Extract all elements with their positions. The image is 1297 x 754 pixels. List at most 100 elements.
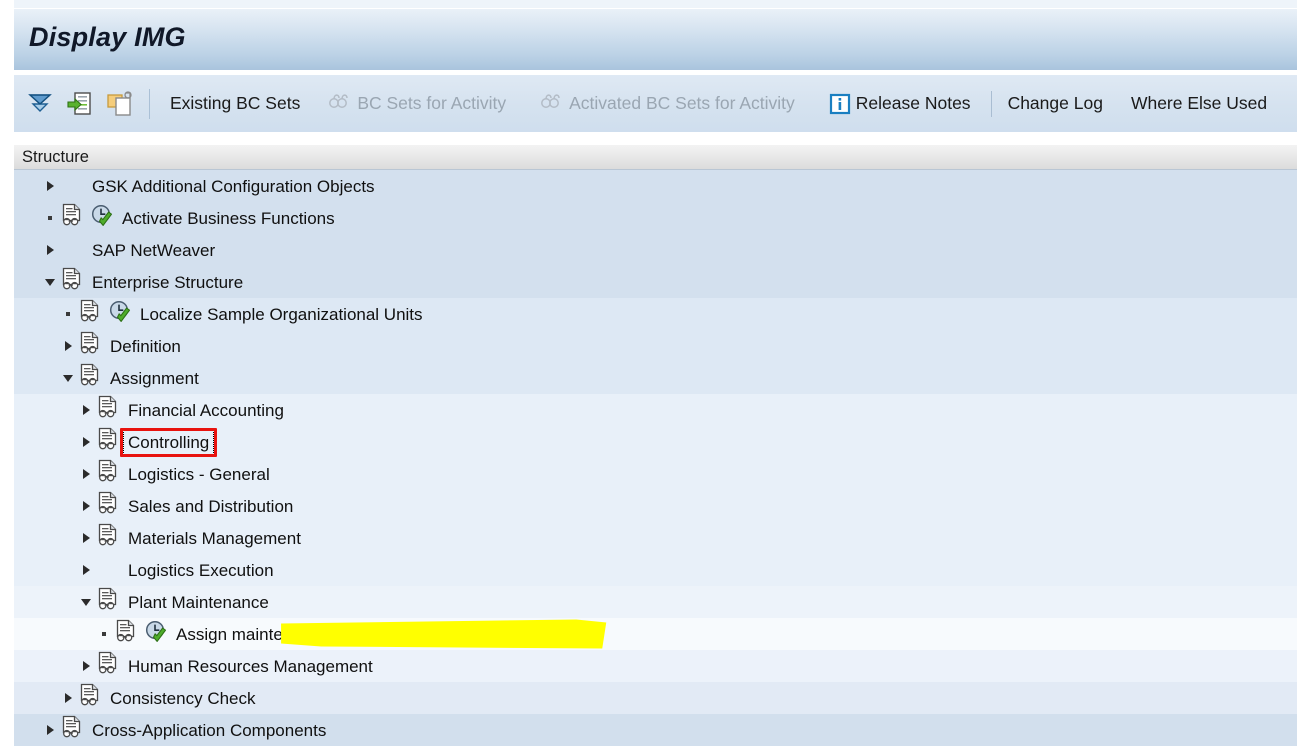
release-notes-button[interactable]: Release Notes — [823, 90, 977, 118]
existing-bc-sets-label: Existing BC Sets — [170, 92, 301, 113]
tree-row-label: Logistics - General — [128, 464, 270, 484]
tree-row[interactable]: Financial Accounting — [14, 394, 1297, 426]
img-activity-document-icon — [60, 715, 90, 745]
bc-sets-for-activity-button[interactable]: BC Sets for Activity — [322, 87, 512, 120]
tree-row-label: Definition — [110, 336, 181, 356]
tree-row-label: Cross-Application Components — [92, 720, 327, 740]
copy-structure-icon[interactable] — [105, 89, 135, 119]
toolbar: Existing BC Sets BC Sets for Activity Ac… — [14, 74, 1297, 132]
leaf-node-icon[interactable] — [60, 298, 78, 330]
tree-row-label: Human Resources Management — [128, 656, 373, 676]
expand-triangle-icon[interactable] — [78, 522, 96, 554]
tree-row[interactable]: Activate Business Functions — [14, 202, 1297, 234]
structure-column-header[interactable]: Structure — [14, 145, 1297, 170]
img-activity-document-icon — [78, 331, 108, 361]
tree-row[interactable]: Human Resources Management — [14, 650, 1297, 682]
collapse-triangle-icon[interactable] — [42, 266, 60, 298]
img-activity-document-icon — [96, 395, 126, 425]
tree-row-label: Materials Management — [128, 528, 301, 548]
tree-row-label: Assign maintenance planning plant to mai… — [176, 624, 603, 644]
activated-bc-sets-for-activity-label: Activated BC Sets for Activity — [569, 92, 795, 113]
expand-triangle-icon[interactable] — [60, 682, 78, 714]
img-activity-document-icon — [96, 427, 126, 457]
img-activity-document-icon — [60, 203, 90, 233]
expand-triangle-icon[interactable] — [78, 394, 96, 426]
collapse-all-icon[interactable] — [25, 89, 55, 119]
bc-set-icon — [540, 90, 566, 117]
img-activity-document-icon — [78, 299, 108, 329]
expand-triangle-icon[interactable] — [78, 650, 96, 682]
tree-row-label: GSK Additional Configuration Objects — [92, 176, 375, 196]
leaf-node-icon[interactable] — [96, 618, 114, 650]
change-log-label: Change Log — [1007, 92, 1103, 113]
leaf-node-icon[interactable] — [42, 202, 60, 234]
img-activity-document-icon — [78, 683, 108, 713]
bc-set-icon — [328, 90, 354, 117]
tree-row-label: Consistency Check — [110, 688, 256, 708]
collapse-triangle-icon[interactable] — [60, 362, 78, 394]
tree-row[interactable]: GSK Additional Configuration Objects — [14, 170, 1297, 202]
tree-row[interactable]: Controlling — [14, 426, 1297, 458]
executed-activity-clock-check-icon — [90, 203, 120, 233]
title-bar: Display IMG — [14, 8, 1297, 70]
page-title: Display IMG — [29, 22, 186, 52]
img-activity-document-icon — [78, 363, 108, 393]
tree-row[interactable]: Definition — [14, 330, 1297, 362]
executed-activity-clock-check-icon — [144, 619, 174, 649]
tree-row[interactable]: Cross-Application Components — [14, 714, 1297, 746]
tree-row[interactable]: Assignment — [14, 362, 1297, 394]
bc-sets-for-activity-label: BC Sets for Activity — [357, 92, 507, 113]
window-top-edge — [0, 0, 1297, 8]
tree-icon-placeholder — [60, 171, 90, 201]
existing-bc-sets-button[interactable]: Existing BC Sets — [164, 92, 306, 116]
img-activity-document-icon — [60, 267, 90, 297]
release-notes-label: Release Notes — [855, 92, 971, 113]
tree-row[interactable]: Logistics - General — [14, 458, 1297, 490]
tree-row-label: Localize Sample Organizational Units — [140, 304, 423, 324]
expand-triangle-icon[interactable] — [78, 458, 96, 490]
toolbar-separator-1 — [149, 88, 150, 119]
activated-bc-sets-for-activity-button[interactable]: Activated BC Sets for Activity — [534, 87, 801, 120]
tree-row-label: Sales and Distribution — [128, 496, 294, 516]
expand-node-icon[interactable] — [65, 89, 95, 119]
expand-triangle-icon[interactable] — [78, 426, 96, 458]
expand-triangle-icon[interactable] — [78, 490, 96, 522]
info-icon — [829, 93, 851, 115]
change-log-button[interactable]: Change Log — [1002, 92, 1109, 116]
collapse-triangle-icon[interactable] — [78, 586, 96, 618]
expand-triangle-icon[interactable] — [42, 170, 60, 202]
where-else-used-button[interactable]: Where Else Used — [1125, 92, 1273, 116]
img-structure-tree: GSK Additional Configuration Objects Act… — [14, 170, 1297, 754]
tree-row-label: Financial Accounting — [128, 400, 284, 420]
executed-activity-clock-check-icon — [108, 299, 138, 329]
expand-triangle-icon[interactable] — [78, 554, 96, 586]
tree-row[interactable]: Enterprise Structure — [14, 266, 1297, 298]
tree-row[interactable]: Logistics Execution — [14, 554, 1297, 586]
img-activity-document-icon — [114, 619, 144, 649]
where-else-used-label: Where Else Used — [1130, 92, 1268, 113]
img-activity-document-icon — [96, 523, 126, 553]
expand-triangle-icon[interactable] — [60, 330, 78, 362]
tree-row[interactable]: Assign maintenance planning plant to mai… — [14, 618, 1297, 650]
tree-row-label: Controlling — [122, 429, 215, 455]
tree-row-label: Activate Business Functions — [122, 208, 335, 228]
img-activity-document-icon — [96, 459, 126, 489]
structure-column-label: Structure — [22, 148, 89, 166]
toolbar-separator-2 — [990, 90, 992, 117]
expand-triangle-icon[interactable] — [42, 714, 60, 746]
tree-row-label: Assignment — [110, 368, 199, 388]
expand-triangle-icon[interactable] — [42, 234, 60, 266]
tree-row[interactable]: Consistency Check — [14, 682, 1297, 714]
tree-icon-placeholder — [96, 555, 126, 585]
tree-row[interactable]: Sales and Distribution — [14, 490, 1297, 522]
tree-row[interactable]: Localize Sample Organizational Units — [14, 298, 1297, 330]
img-activity-document-icon — [96, 587, 126, 617]
tree-row[interactable]: Materials Management — [14, 522, 1297, 554]
tree-row-label: Enterprise Structure — [92, 272, 244, 292]
tree-icon-placeholder — [60, 235, 90, 265]
tree-row-label: SAP NetWeaver — [92, 240, 216, 260]
window-left-edge — [0, 0, 14, 754]
tree-row[interactable]: SAP NetWeaver — [14, 234, 1297, 266]
display-img-window: Display IMG Existing BC Sets BC Sets for… — [0, 0, 1297, 754]
tree-row[interactable]: Plant Maintenance — [14, 586, 1297, 618]
